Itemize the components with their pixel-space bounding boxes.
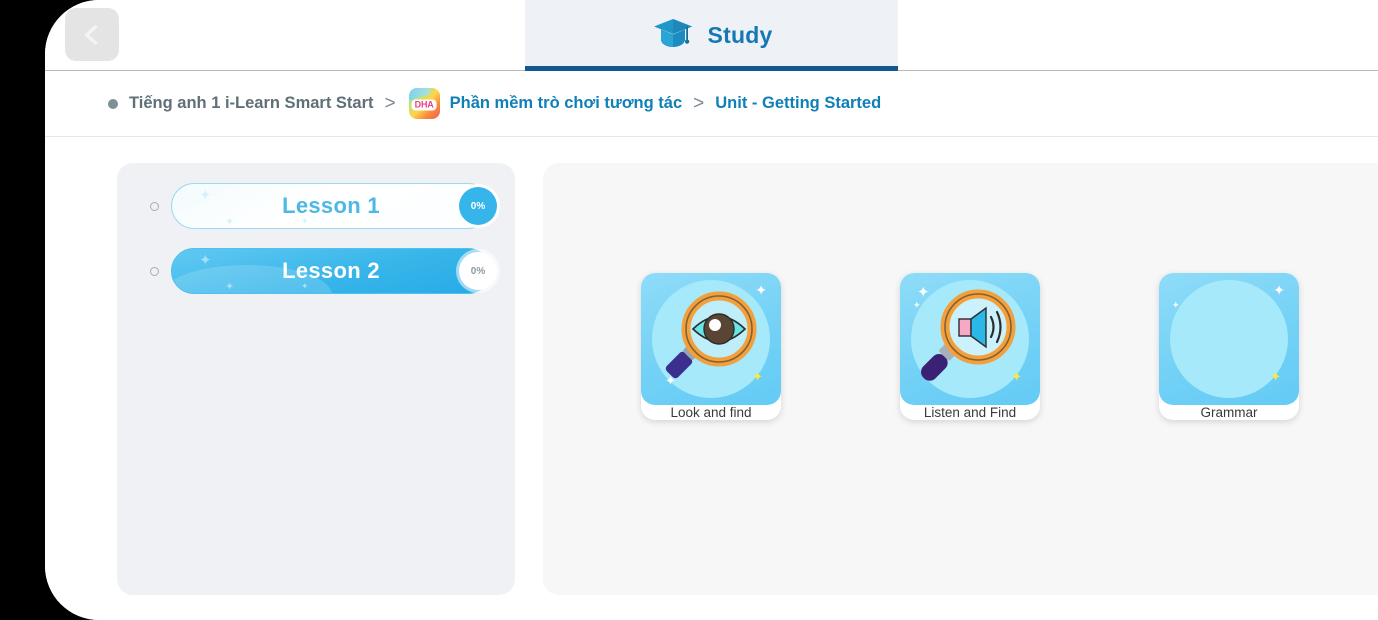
top-bar: Study (45, 0, 1378, 71)
lesson-item-1[interactable]: ✦ ✦ ✦ Lesson 1 0% (171, 183, 497, 229)
graduation-cap-icon (651, 15, 695, 56)
placeholder-circle-icon: ✦ ✦ ✦ (1159, 273, 1299, 405)
breadcrumb-dot-icon (108, 98, 118, 109)
sparkle-icon: ✦ (1273, 282, 1285, 298)
lesson-item-1-progress-badge: 0% (459, 187, 497, 225)
tab-study-label: Study (707, 22, 773, 48)
magnifier-speaker-icon: ✦ ✦ ✦ (900, 273, 1040, 405)
breadcrumb-item-software[interactable]: Phần mềm trò chơi tương tác (450, 94, 683, 113)
device-bezel: Study Tiếng anh 1 i-Learn Smart Start > … (0, 0, 1378, 620)
back-button[interactable] (65, 8, 119, 61)
lesson-row: ✦ ✦ ✦ Lesson 1 0% (117, 183, 515, 229)
lesson-row: ✦ ✦ ✦ Lesson 2 0% (117, 248, 515, 294)
breadcrumb-item-unit[interactable]: Unit - Getting Started (715, 94, 881, 113)
thumb-glow (1170, 280, 1288, 398)
dha-app-icon-label: DHA (411, 99, 437, 111)
tab-study[interactable]: Study (525, 0, 898, 71)
lesson-list-panel: ✦ ✦ ✦ Lesson 1 0% ✦ ✦ ✦ Lesson 2 0% (117, 163, 515, 595)
lesson-item-2[interactable]: ✦ ✦ ✦ Lesson 2 0% (171, 248, 497, 294)
breadcrumb-separator-2: > (693, 92, 705, 114)
breadcrumb-separator-1: > (384, 92, 396, 114)
app-screen: Study Tiếng anh 1 i-Learn Smart Start > … (45, 0, 1378, 620)
activity-card-listen-and-find[interactable]: ✦ ✦ ✦ Listen and Find (900, 273, 1040, 420)
lesson-item-2-progress-badge: 0% (459, 252, 497, 290)
chevron-left-icon (79, 22, 105, 48)
lesson-bullet-icon (150, 266, 159, 276)
activity-card-row: ✦ ✦ ✦ Look and find ✦ ✦ ✦ Listen and Fin… (543, 273, 1378, 420)
lesson-item-2-title: Lesson 2 (282, 258, 380, 283)
magnifier-eye-icon: ✦ ✦ ✦ (641, 273, 781, 405)
activity-panel: ✦ ✦ ✦ Look and find ✦ ✦ ✦ Listen and Fin… (543, 163, 1378, 595)
activity-card-grammar-label: Grammar (1200, 405, 1258, 420)
lesson-item-1-title: Lesson 1 (282, 193, 380, 218)
content-area: ✦ ✦ ✦ Lesson 1 0% ✦ ✦ ✦ Lesson 2 0% ✦ ✦ … (45, 138, 1378, 620)
breadcrumb: Tiếng anh 1 i-Learn Smart Start > DHA Ph… (45, 71, 1378, 137)
lesson-bullet-icon (150, 201, 159, 211)
dha-app-icon: DHA (408, 88, 440, 119)
activity-card-grammar[interactable]: ✦ ✦ ✦ Grammar (1159, 273, 1299, 420)
activity-card-look-and-find-label: Look and find (670, 405, 752, 420)
breadcrumb-item-course: Tiếng anh 1 i-Learn Smart Start (129, 94, 374, 112)
activity-card-listen-and-find-label: Listen and Find (923, 405, 1017, 420)
activity-card-look-and-find[interactable]: ✦ ✦ ✦ Look and find (641, 273, 781, 420)
